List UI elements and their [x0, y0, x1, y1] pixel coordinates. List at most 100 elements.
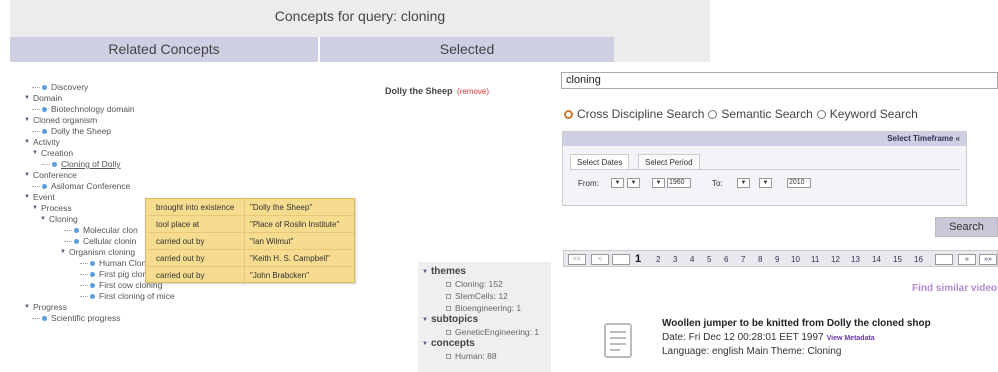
tree-group[interactable]: ▼ Organism cloning [60, 247, 135, 257]
page-4[interactable]: 4 [690, 255, 694, 264]
relation-row: carried out by "Keith H. S. Campbell" [146, 250, 356, 267]
bullet-icon [90, 271, 95, 277]
page-5[interactable]: 5 [707, 255, 711, 264]
result-date: Date: Fri Dec 12 00:28:01 EET 1997 View M… [662, 332, 875, 343]
facet-item[interactable]: StemCells: 12 [446, 291, 508, 301]
expand-arrow-icon[interactable]: ▼ [24, 194, 30, 200]
tree-group[interactable]: ▼ Event [24, 192, 55, 202]
expand-arrow-icon[interactable]: ▼ [24, 139, 30, 145]
expand-arrow-icon[interactable]: ▼ [422, 341, 428, 347]
expand-arrow-icon[interactable]: ▼ [24, 304, 30, 310]
page-2[interactable]: 2 [656, 255, 660, 264]
tree-item[interactable]: Discovery [32, 82, 88, 92]
checkbox[interactable] [446, 353, 451, 359]
tree-group[interactable]: ▼ Conference [24, 170, 77, 180]
expand-arrow-icon[interactable]: ▼ [32, 205, 38, 211]
find-similar-link[interactable]: Find similar videos [912, 283, 998, 294]
timeframe-toggle[interactable]: Select Timeframe « [563, 132, 966, 146]
expand-arrow-icon[interactable]: ▼ [24, 117, 30, 123]
tree-item[interactable]: Asilomar Conference [32, 181, 130, 191]
search-button[interactable]: Search [935, 217, 998, 237]
to-label: To: [712, 179, 723, 188]
checkbox[interactable] [446, 329, 451, 335]
relation-tooltip: brought into existence "Dolly the Sheep" … [145, 198, 356, 284]
facet-item[interactable]: Cloning: 152 [446, 279, 503, 289]
page-9[interactable]: 9 [775, 255, 779, 264]
facet-concepts-header[interactable]: ▼ concepts [422, 338, 475, 349]
page-12[interactable]: 12 [831, 255, 840, 264]
tree-group[interactable]: ▼ Process [32, 203, 72, 213]
expand-arrow-icon[interactable]: ▼ [422, 269, 428, 275]
tree-item[interactable]: Dolly the Sheep [32, 126, 111, 136]
page-7[interactable]: 7 [741, 255, 745, 264]
tree-group[interactable]: ▼ Cloning [40, 214, 78, 224]
facet-item[interactable]: GeneticEngineering: 1 [446, 327, 539, 337]
page-6[interactable]: 6 [724, 255, 728, 264]
page-10[interactable]: 10 [791, 255, 800, 264]
tree-group[interactable]: ▼ Progress [24, 302, 67, 312]
tab-select-dates[interactable]: Select Dates [570, 154, 630, 169]
from-month-select[interactable]: ▼ [627, 178, 640, 188]
page-3[interactable]: 3 [673, 255, 677, 264]
tree-group[interactable]: ▼ Cloned organism [24, 115, 97, 125]
page-11[interactable]: 11 [811, 255, 819, 264]
bullet-icon [90, 293, 95, 299]
remove-link[interactable]: (remove) [457, 87, 489, 96]
tab-select-period[interactable]: Select Period [638, 154, 700, 169]
page-1[interactable]: 1 [635, 253, 641, 265]
result-title[interactable]: Woollen jumper to be knitted from Dolly … [662, 318, 931, 329]
last-page-button[interactable]: »» [979, 254, 997, 265]
checkbox[interactable] [446, 305, 451, 311]
view-metadata-link[interactable]: View Metadata [827, 335, 875, 342]
bullet-icon [90, 282, 95, 288]
tree-item[interactable]: Molecular clon [64, 225, 138, 235]
selected-concept: Dolly the Sheep (remove) [385, 86, 490, 96]
document-icon [604, 323, 632, 358]
first-page-button[interactable]: << [568, 254, 586, 265]
facet-subtopics-header[interactable]: ▼ subtopics [422, 314, 478, 325]
expand-arrow-icon[interactable]: ▼ [60, 249, 66, 255]
radio-cross-discipline[interactable] [564, 109, 573, 119]
relation-row: tool place at "Place of Roslin Institute" [146, 216, 356, 233]
tree-item[interactable]: First cloning of mice [80, 291, 175, 301]
tree-group[interactable]: ▼ Creation [32, 148, 73, 158]
to-year-input[interactable]: 2010 [787, 178, 811, 188]
prev-page-button[interactable]: < [591, 254, 609, 265]
from-month2-select[interactable]: ▼ [652, 178, 665, 188]
expand-arrow-icon[interactable]: ▼ [24, 172, 30, 178]
to-day-select[interactable]: ▼ [737, 178, 750, 188]
bullet-icon [42, 315, 47, 321]
page-14[interactable]: 14 [872, 255, 881, 264]
facet-panel: ▼ themes Cloning: 152 StemCells: 12 Bioen… [418, 262, 551, 372]
expand-arrow-icon[interactable]: ▼ [40, 216, 46, 222]
expand-arrow-icon[interactable]: ▼ [24, 95, 30, 101]
expand-arrow-icon[interactable]: ▼ [422, 317, 428, 323]
from-day-select[interactable]: ▼ [611, 178, 624, 188]
page-16[interactable]: 16 [914, 255, 923, 264]
bullet-icon [42, 84, 47, 90]
tree-item[interactable]: Cellular clonin [64, 236, 136, 246]
tree-group[interactable]: ▼ Activity [24, 137, 60, 147]
checkbox[interactable] [446, 281, 451, 287]
facet-themes-header[interactable]: ▼ themes [422, 266, 466, 277]
search-input[interactable]: cloning [561, 72, 998, 89]
from-year-input[interactable]: 1960 [667, 178, 691, 188]
expand-arrow-icon[interactable]: ▼ [32, 150, 38, 156]
tree-item-link[interactable]: Cloning of Dolly [42, 159, 121, 169]
bullet-icon [42, 128, 47, 134]
page-8[interactable]: 8 [758, 255, 762, 264]
tree-item[interactable]: Biotechnology domain [32, 104, 135, 114]
next-page-button[interactable]: » [958, 254, 976, 265]
radio-keyword[interactable] [816, 109, 826, 119]
from-label: From: [578, 179, 599, 188]
tree-item[interactable]: Scientific progress [32, 313, 120, 323]
facet-item[interactable]: Human: 88 [446, 351, 497, 361]
checkbox[interactable] [446, 293, 451, 299]
page-15[interactable]: 15 [893, 255, 902, 264]
radio-semantic[interactable] [708, 109, 718, 119]
page-13[interactable]: 13 [851, 255, 860, 264]
facet-item[interactable]: Bioengineering: 1 [446, 303, 521, 313]
relation-row: brought into existence "Dolly the Sheep" [146, 199, 356, 216]
to-month-select[interactable]: ▼ [759, 178, 772, 188]
tree-group[interactable]: ▼ Domain [24, 93, 62, 103]
